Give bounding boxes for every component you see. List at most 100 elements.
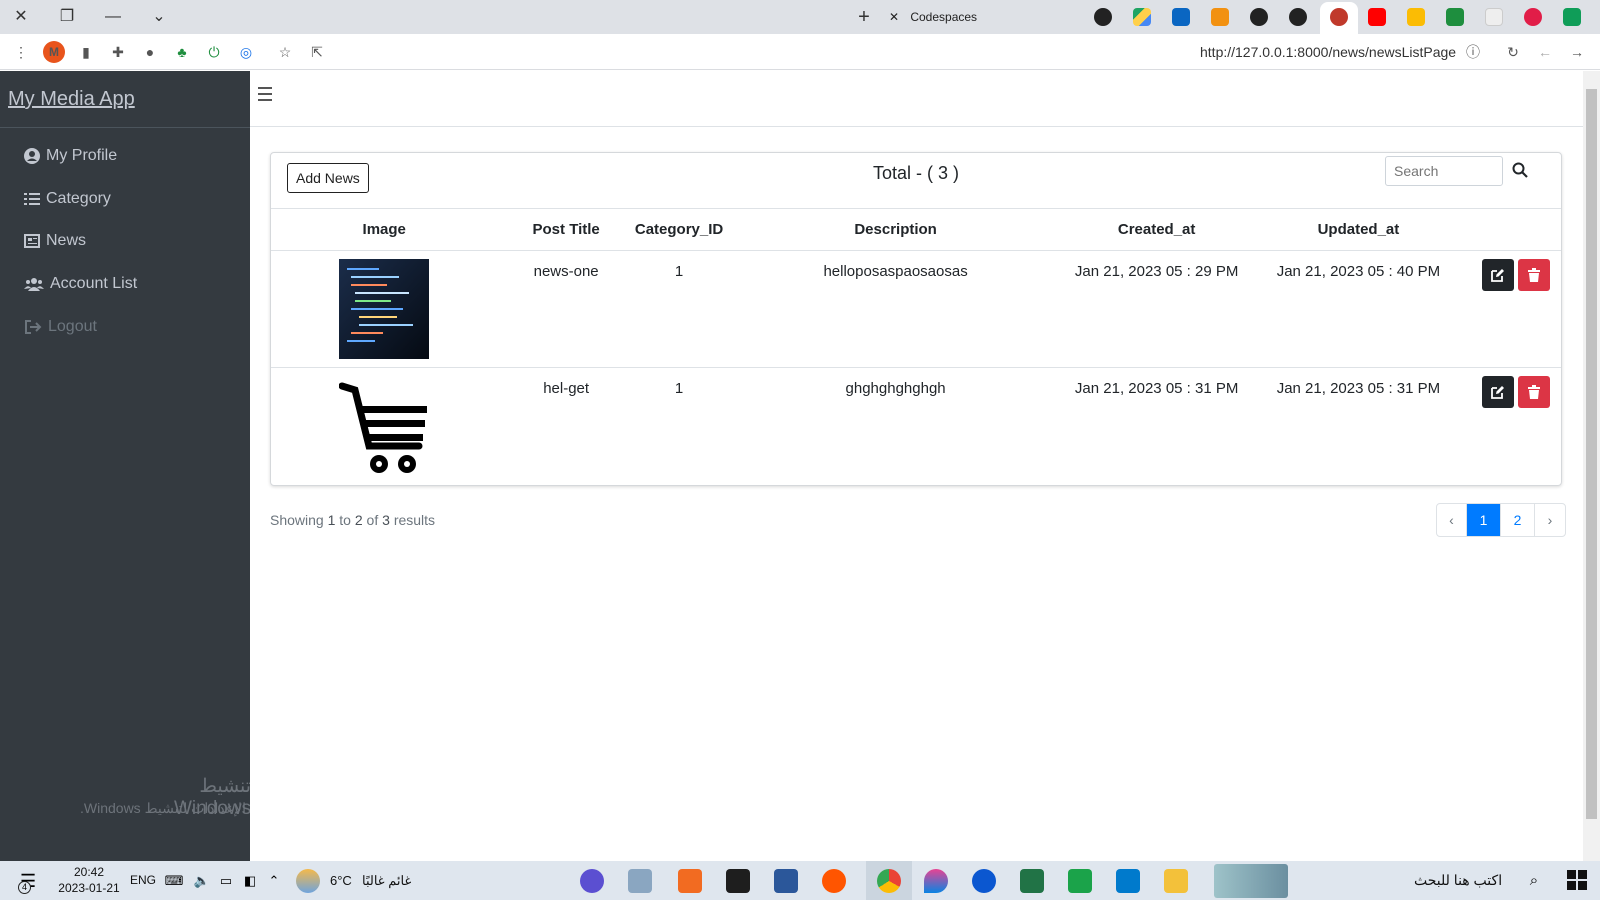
pagination-summary: Showing 1 to 2 of 3 results [270,512,435,528]
search-button[interactable] [1505,156,1535,186]
actions-cell [1472,367,1561,483]
excel-icon[interactable] [1020,869,1044,893]
browser-toolbar: ⋮ M ▮ ✚ ● ♣ ⏻ ◎ ☆ ⇱ http://127.0.0.1:800… [0,34,1600,70]
tray-chevron-icon[interactable]: ⌃ [262,869,286,893]
restore-window-icon[interactable]: ❐ [54,4,80,30]
reload-icon[interactable]: ↻ [1502,41,1524,63]
terminal-icon[interactable] [726,869,750,893]
bookmark-star-icon[interactable]: ☆ [274,41,296,63]
hamburger-menu-icon[interactable] [258,87,274,103]
brand-link[interactable]: My Media App [8,88,135,111]
extension-icon-c[interactable]: ◎ [235,41,257,63]
weather-icon[interactable] [296,869,320,893]
github-icon-2[interactable] [1250,8,1268,26]
new-tab-button[interactable]: + [851,4,877,30]
pagination-prev[interactable]: ‹ [1437,504,1467,536]
column-header-description: Description [723,209,1068,251]
close-tab-icon[interactable]: ✕ [889,6,907,28]
drop-app-icon[interactable] [924,869,948,893]
xampp-icon[interactable] [678,869,702,893]
table-row: hel-get 1 ghghghghghgh Jan 21, 2023 05 :… [271,367,1561,483]
taskbar-clock[interactable]: 20:42 2023-01-21 [56,864,122,896]
sidebar-item-account-list[interactable]: Account List [24,275,137,293]
pagination-page-2[interactable]: 2 [1501,504,1535,536]
edit-button[interactable] [1482,258,1515,291]
column-header-actions [1471,209,1561,251]
github-icon-3[interactable] [1289,8,1307,26]
sidebar-item-my-profile[interactable]: My Profile [24,147,117,165]
page-icon[interactable] [1485,8,1503,26]
meet-icon[interactable]: ◧ [238,869,262,893]
edit-button[interactable] [1482,375,1515,408]
weather-description[interactable]: غائم غالبًا [362,873,411,889]
google-drive-icon[interactable] [1133,8,1151,26]
apps-grid-icon[interactable] [1446,8,1464,26]
news-image-code-screen [339,258,430,359]
soundcloud-icon[interactable] [822,869,846,893]
search-input[interactable] [1385,156,1503,186]
extensions-icon[interactable]: ✚ [107,41,129,63]
tab-codespaces[interactable]: ✕ Codespaces [889,6,1079,34]
power-icon[interactable]: ⏻ [203,41,225,63]
forward-icon[interactable]: ← [1534,41,1556,63]
site-info-icon[interactable]: ⓘ [1462,41,1484,63]
back-icon[interactable]: → [1566,41,1588,63]
menu-dots-icon[interactable]: ⋮ [10,41,32,63]
browser-app-icon[interactable] [972,869,996,893]
linkedin-icon[interactable] [1172,8,1190,26]
tab-search-chevron-icon[interactable]: ⌄ [146,4,172,30]
sidebar-item-logout[interactable]: Logout [24,318,97,336]
shopping-cart-icon [338,376,429,476]
sidebar-item-category[interactable]: Category [24,190,111,208]
sheets-icon[interactable] [1563,8,1581,26]
actions-cell [1471,250,1561,368]
app-icon-green[interactable] [1068,869,1092,893]
network-icon[interactable]: ▭ [214,869,238,893]
taskbar-search-icon[interactable]: ⌕ [1522,869,1546,893]
app-icon-pt[interactable] [580,869,604,893]
sidebar-item-news[interactable]: News [24,232,86,250]
side-panel-icon[interactable]: ▮ [75,41,97,63]
extension-icon-a[interactable]: ● [139,41,161,63]
share-icon[interactable]: ⇱ [306,41,328,63]
image-cell [271,250,498,368]
keep-icon[interactable] [1407,8,1425,26]
taskbar-search-input[interactable]: اكتب هنا للبحث [1414,872,1502,889]
close-window-icon[interactable]: ✕ [8,4,34,30]
tesla-icon[interactable] [1524,8,1542,26]
keyboard-icon[interactable]: ⌨ [162,869,186,893]
description-cell: ghghghghghgh [845,379,946,397]
column-header-post-title: Post Title [497,209,635,251]
windows-start-icon[interactable] [1566,869,1590,893]
youtube-icon[interactable] [1368,8,1386,26]
pagination-page-1[interactable]: 1 [1467,504,1501,536]
vertical-scrollbar[interactable] [1583,71,1600,861]
chrome-icon[interactable] [877,869,901,893]
github-icon[interactable] [1094,8,1112,26]
file-explorer-icon[interactable] [1164,869,1188,893]
app-icon-viewer[interactable] [628,869,652,893]
vscode-icon[interactable] [1116,869,1140,893]
language-indicator[interactable]: ENG [130,873,156,887]
extension-icon-b[interactable]: ♣ [171,41,193,63]
local-app-icon[interactable] [1330,8,1348,26]
updated-at-cell: Jan 21, 2023 05 : 40 PM [1245,250,1472,368]
user-circle-icon [24,148,40,164]
add-news-button[interactable]: Add News [287,163,369,193]
phpmyadmin-icon[interactable] [1211,8,1229,26]
sidebar-item-label: News [46,232,87,249]
delete-button[interactable] [1518,375,1551,408]
total-count: Total - ( 3 ) [872,163,960,183]
scrollbar-thumb[interactable] [1586,89,1597,819]
profile-avatar[interactable]: M [43,41,65,63]
list-icon [24,191,40,207]
address-bar[interactable]: http://127.0.0.1:8000/news/newsListPage [1200,44,1456,60]
volume-icon[interactable]: 🔈 [190,869,214,893]
minimize-window-icon[interactable]: — [100,4,126,30]
weather-temperature[interactable]: 6°C [330,873,352,888]
delete-button[interactable] [1518,258,1551,291]
pagination-next[interactable]: › [1535,504,1565,536]
column-header-updated-at: Updated_at [1245,209,1472,251]
table-header-row: Image Post Title Category_ID Description… [271,209,1561,251]
word-icon[interactable] [774,869,798,893]
